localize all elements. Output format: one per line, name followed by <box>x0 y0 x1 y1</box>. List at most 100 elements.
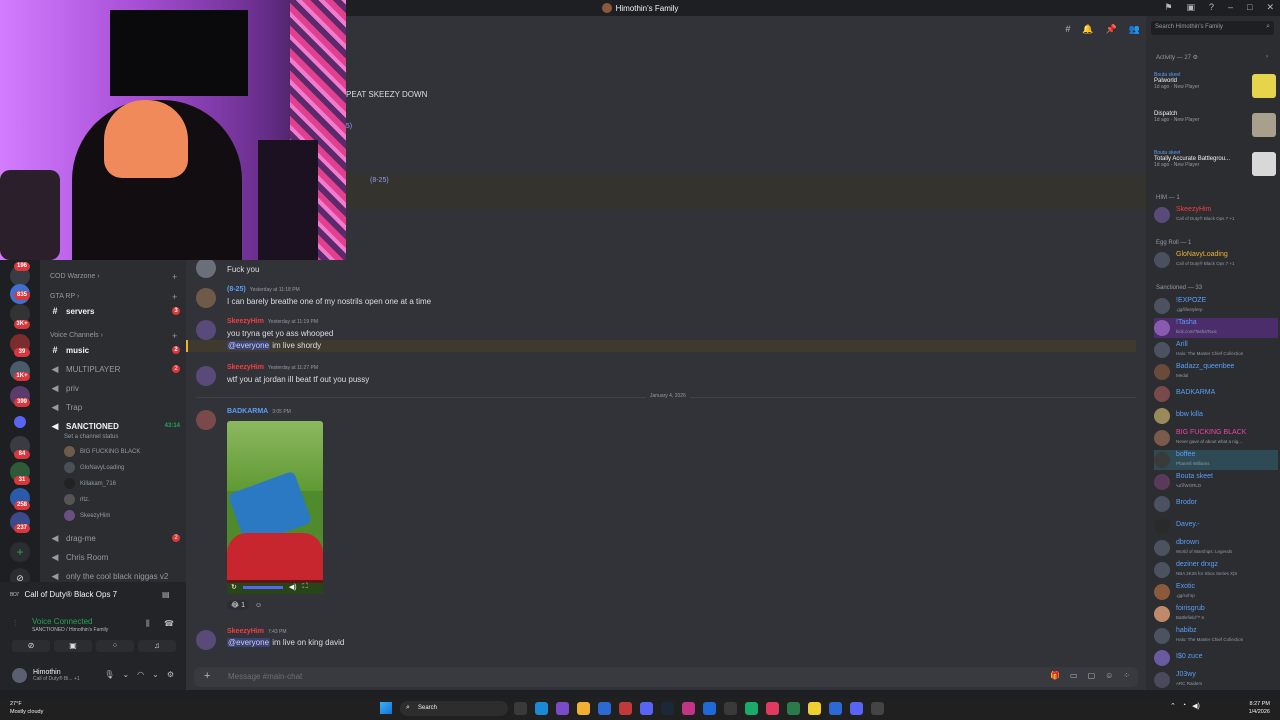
member-item[interactable]: bbw killa <box>1154 406 1278 426</box>
search-input[interactable]: Search Himothin's Family ⌕ <box>1151 21 1274 35</box>
reaction-pill[interactable]: 😂 1 <box>227 600 250 610</box>
activities-button[interactable]: ⁘ <box>96 640 134 652</box>
channel-status[interactable]: Set a channel status <box>64 434 118 440</box>
app-icon[interactable] <box>808 702 821 715</box>
member-item[interactable]: foirisgrub Battlefield™ 6 <box>1154 604 1278 624</box>
add-reaction-icon[interactable]: ☺ <box>255 602 262 609</box>
member-item[interactable]: J03wy ARC Raiders <box>1154 670 1278 690</box>
close-button[interactable]: ✕ <box>1266 2 1274 13</box>
mention-everyone[interactable]: @everyone <box>227 341 271 350</box>
member-item[interactable]: GloNavyLoading Call of Duty® Black Ops 7 … <box>1154 250 1278 270</box>
steam-icon[interactable] <box>661 702 674 715</box>
bell-icon[interactable]: 🔔 <box>1082 24 1093 35</box>
app-icon[interactable] <box>829 702 842 715</box>
member-item[interactable]: SkeezyHim Call of Duty® Black Ops 7 +1 <box>1154 205 1278 225</box>
member-item[interactable]: !EXPOZE .gg/lifestylerp <box>1154 296 1278 316</box>
chevron-down-icon[interactable]: ⌄ <box>122 670 129 679</box>
soundboard-button[interactable]: ♫ <box>138 640 176 652</box>
voice-connected-label[interactable]: Voice Connected <box>32 617 93 626</box>
voice-connected-channel[interactable]: SANCTIONED / Himothin's Family <box>32 627 108 633</box>
avatar[interactable] <box>196 288 216 308</box>
member-item[interactable]: Davey.- <box>1154 516 1278 536</box>
add-channel-icon[interactable]: + <box>172 272 177 282</box>
mention-everyone[interactable]: @everyone <box>227 638 271 647</box>
activity-card[interactable]: Dispatch 1d ago · New Player <box>1154 111 1276 141</box>
member-item[interactable]: Exotic .gg/sohrp <box>1154 582 1278 602</box>
add-channel-icon[interactable]: + <box>172 292 177 302</box>
threads-icon[interactable]: # <box>1065 24 1070 35</box>
add-attachment-icon[interactable]: + <box>204 670 210 682</box>
member-list-icon[interactable]: 👥 <box>1129 24 1140 35</box>
app-icon[interactable] <box>787 702 800 715</box>
channel-drag-me[interactable]: ◀ drag-me 2 <box>48 530 180 546</box>
channel-chris-room[interactable]: ◀ Chris Room <box>48 549 180 565</box>
user-area[interactable]: Himothin Call of Duty® Bl... +1 <box>12 668 80 683</box>
app-icon[interactable] <box>766 702 779 715</box>
avatar[interactable] <box>196 258 216 278</box>
copilot-icon[interactable] <box>556 702 569 715</box>
message-composer[interactable]: + Message #main-chat 🎁 ▭ ▢ ☺ ⁘ <box>194 667 1138 687</box>
file-explorer-icon[interactable] <box>577 702 590 715</box>
screen-icon[interactable]: ▣ <box>1186 2 1195 13</box>
channel-music[interactable]: # music 2 <box>48 342 180 358</box>
replay-icon[interactable]: ↻ <box>231 583 237 591</box>
add-server-icon[interactable]: + <box>10 542 30 562</box>
apps-icon[interactable]: ⁘ <box>1123 671 1130 680</box>
member-item[interactable]: BADKARMA <box>1154 384 1278 404</box>
signal-icon[interactable]: ⫶ <box>14 618 16 629</box>
chevron-down-icon[interactable]: ⌄ <box>152 670 159 679</box>
wifi-icon[interactable]: ◔ <box>1182 702 1186 710</box>
member-item[interactable]: dbrown World of Warships: Legends <box>1154 538 1278 558</box>
message-input[interactable]: Message #main-chat <box>228 672 302 681</box>
voice-user[interactable]: BIG FUCKING BLACK <box>64 446 140 457</box>
channel-priv[interactable]: ◀ priv <box>48 380 180 396</box>
member-item[interactable]: BIG FUCKING BLACK Never gave af about wha… <box>1154 428 1278 448</box>
avatar[interactable] <box>196 366 216 386</box>
app-icon[interactable] <box>619 702 632 715</box>
discord-icon[interactable] <box>640 702 653 715</box>
video-attachment[interactable]: ↻ ◀) ⛶ <box>227 421 323 594</box>
minimize-button[interactable]: – <box>1228 2 1233 13</box>
app-icon[interactable] <box>703 702 716 715</box>
channel-sanctioned[interactable]: ◀ SANCTIONED 43:14 <box>48 418 180 434</box>
avatar[interactable] <box>196 410 216 430</box>
author-name[interactable]: SkeezyHim <box>227 628 264 635</box>
voice-user[interactable]: rltz. <box>64 494 90 505</box>
help-icon[interactable]: ? <box>1209 2 1214 13</box>
start-button[interactable] <box>380 702 392 714</box>
instagram-icon[interactable] <box>682 702 695 715</box>
edge-icon[interactable] <box>535 702 548 715</box>
channel-servers[interactable]: # servers 3 <box>48 303 180 319</box>
member-item[interactable]: habibz Halo: The Master Chief Collection <box>1154 626 1278 646</box>
taskbar-search[interactable]: ⌕ Search <box>400 701 508 716</box>
weather-widget[interactable]: 27°F Mostly cloudy <box>10 700 43 716</box>
fullscreen-icon[interactable]: ⛶ <box>303 583 308 591</box>
inbox-icon[interactable]: ⚑ <box>1164 2 1172 13</box>
voice-user[interactable]: SkeezyHim <box>64 510 110 521</box>
channel-multiplayer[interactable]: ◀ MULTIPLAYER 2 <box>48 361 180 377</box>
gif-icon[interactable]: ▭ <box>1070 671 1078 680</box>
avatar[interactable] <box>196 320 216 340</box>
gear-icon[interactable]: ⚙ <box>167 670 174 679</box>
member-item[interactable]: Brodor <box>1154 494 1278 514</box>
activity-game[interactable]: BO7 Call of Duty® Black Ops 7 <box>10 590 117 599</box>
task-view-icon[interactable] <box>514 702 527 715</box>
member-item[interactable]: Bouta skeet ϟΔ∇WORLD <box>1154 472 1278 492</box>
app-icon[interactable] <box>850 702 863 715</box>
taskbar-clock[interactable]: 8:27 PM 1/4/2026 <box>1249 700 1270 716</box>
add-channel-icon[interactable]: + <box>172 331 177 341</box>
pin-icon[interactable]: 📌 <box>1106 24 1117 35</box>
camera-button[interactable]: ⊘ <box>12 640 50 652</box>
volume-icon[interactable]: ◀) <box>1192 702 1200 710</box>
app-icon[interactable] <box>871 702 884 715</box>
folder-icon[interactable] <box>14 416 26 428</box>
author-name[interactable]: (8-25) <box>227 286 246 293</box>
microphone-icon[interactable]: 🎙 <box>104 670 114 679</box>
category-voice-channels[interactable]: Voice Channels › + <box>50 331 177 341</box>
activity-card[interactable]: Bouta skeet Palworld 1d ago · New Player <box>1154 72 1276 102</box>
category-gta-rp[interactable]: GTA RP › + <box>50 292 177 302</box>
member-item[interactable]: boffee Pharrell Williams <box>1154 450 1278 470</box>
chevron-right-icon[interactable]: › <box>1266 54 1268 60</box>
activity-header[interactable]: Activity — 27 ⚙ › <box>1156 54 1268 61</box>
chevron-up-icon[interactable]: ⌃ <box>1170 702 1176 710</box>
